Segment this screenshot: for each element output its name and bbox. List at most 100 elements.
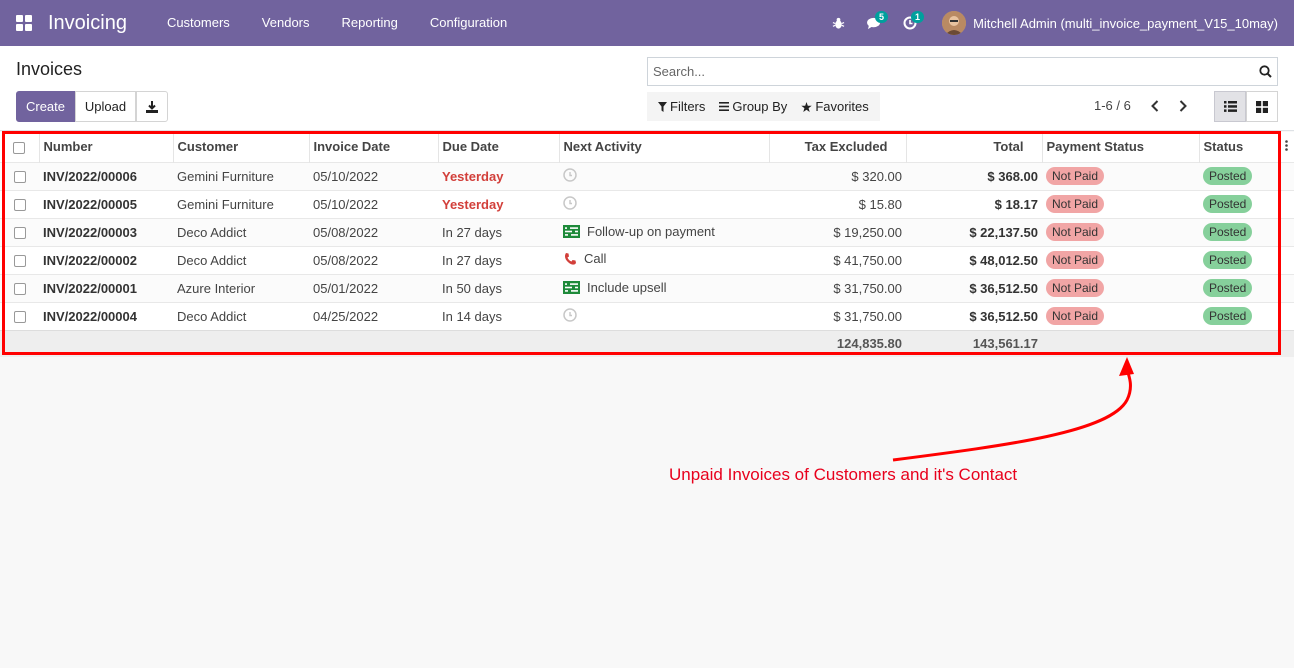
cell-due-date[interactable]: In 27 days: [438, 217, 559, 246]
row-checkbox[interactable]: [0, 301, 39, 330]
filters-button[interactable]: Filters: [651, 99, 712, 114]
cell-payment-status[interactable]: Not Paid: [1042, 301, 1199, 330]
table-row[interactable]: INV/2022/00003 Deco Addict 05/08/2022 In 27…: [0, 217, 1294, 246]
clock-icon[interactable]: [563, 167, 584, 182]
cell-next-activity[interactable]: [559, 301, 769, 330]
cell-status[interactable]: Posted: [1199, 161, 1278, 190]
cell-number[interactable]: INV/2022/00004: [39, 301, 173, 330]
col-number[interactable]: Number: [38, 132, 173, 162]
cell-customer[interactable]: Deco Addict: [173, 301, 309, 330]
row-checkbox[interactable]: [0, 189, 39, 218]
cell-invoice-date[interactable]: 04/25/2022: [309, 301, 438, 330]
cell-tax-excluded[interactable]: $ 31,750.00: [769, 273, 906, 302]
cell-customer[interactable]: Gemini Furniture: [173, 161, 309, 190]
kanban-view-button[interactable]: [1246, 91, 1278, 122]
table-row[interactable]: INV/2022/00004 Deco Addict 04/25/2022 In 14…: [0, 301, 1294, 330]
cell-next-activity[interactable]: Follow-up on payment: [559, 217, 769, 246]
cell-payment-status[interactable]: Not Paid: [1042, 217, 1199, 246]
tasks-icon[interactable]: [563, 280, 587, 294]
cell-next-activity[interactable]: Call: [559, 245, 769, 274]
row-checkbox[interactable]: [0, 245, 39, 274]
col-tax-excluded[interactable]: Tax Excluded: [768, 132, 906, 162]
cell-next-activity[interactable]: Include upsell: [559, 273, 769, 302]
cell-status[interactable]: Posted: [1199, 273, 1278, 302]
search-icon[interactable]: [1253, 58, 1277, 85]
clock-icon[interactable]: [563, 195, 584, 210]
cell-number[interactable]: INV/2022/00003: [39, 217, 173, 246]
optional-columns-icon[interactable]: [1277, 132, 1294, 162]
col-due-date[interactable]: Due Date: [437, 132, 559, 162]
col-next-activity[interactable]: Next Activity: [558, 132, 769, 162]
list-view-button[interactable]: [1214, 91, 1246, 122]
row-checkbox[interactable]: [0, 273, 39, 302]
tasks-icon[interactable]: [563, 224, 587, 238]
pager-next-icon[interactable]: [1173, 96, 1193, 116]
cell-invoice-date[interactable]: 05/08/2022: [309, 245, 438, 274]
row-checkbox[interactable]: [0, 161, 39, 190]
cell-payment-status[interactable]: Not Paid: [1042, 245, 1199, 274]
cell-due-date[interactable]: Yesterday: [438, 189, 559, 218]
select-all-checkbox[interactable]: [0, 132, 39, 162]
create-button[interactable]: Create: [16, 91, 75, 122]
cell-invoice-date[interactable]: 05/10/2022: [309, 161, 438, 190]
cell-number[interactable]: INV/2022/00005: [39, 189, 173, 218]
group-by-button[interactable]: Group By: [712, 99, 794, 114]
menu-vendors[interactable]: Vendors: [246, 0, 326, 46]
cell-due-date[interactable]: Yesterday: [438, 161, 559, 190]
cell-due-date[interactable]: In 27 days: [438, 245, 559, 274]
favorites-button[interactable]: Favorites: [794, 99, 875, 114]
col-total[interactable]: Total: [905, 132, 1042, 162]
menu-configuration[interactable]: Configuration: [414, 0, 523, 46]
pager-value[interactable]: 1-6 / 6: [1094, 98, 1131, 113]
cell-tax-excluded[interactable]: $ 19,250.00: [769, 217, 906, 246]
cell-total[interactable]: $ 48,012.50: [906, 245, 1042, 274]
messages-icon[interactable]: 5: [856, 0, 892, 46]
menu-customers[interactable]: Customers: [151, 0, 246, 46]
cell-tax-excluded[interactable]: $ 15.80: [769, 189, 906, 218]
cell-status[interactable]: Posted: [1199, 189, 1278, 218]
cell-status[interactable]: Posted: [1199, 217, 1278, 246]
cell-next-activity[interactable]: [559, 189, 769, 218]
cell-total[interactable]: $ 36,512.50: [906, 273, 1042, 302]
table-row[interactable]: INV/2022/00006 Gemini Furniture 05/10/2022…: [0, 161, 1294, 190]
col-invoice-date[interactable]: Invoice Date: [308, 132, 438, 162]
cell-number[interactable]: INV/2022/00001: [39, 273, 173, 302]
cell-total[interactable]: $ 36,512.50: [906, 301, 1042, 330]
cell-customer[interactable]: Deco Addict: [173, 217, 309, 246]
cell-invoice-date[interactable]: 05/10/2022: [309, 189, 438, 218]
cell-due-date[interactable]: In 14 days: [438, 301, 559, 330]
cell-tax-excluded[interactable]: $ 41,750.00: [769, 245, 906, 274]
cell-tax-excluded[interactable]: $ 320.00: [769, 161, 906, 190]
download-button[interactable]: [136, 91, 168, 122]
app-title[interactable]: Invoicing: [48, 12, 127, 35]
cell-status[interactable]: Posted: [1199, 301, 1278, 330]
debug-bug-icon[interactable]: [820, 0, 856, 46]
cell-payment-status[interactable]: Not Paid: [1042, 273, 1199, 302]
row-checkbox[interactable]: [0, 217, 39, 246]
cell-total[interactable]: $ 18.17: [906, 189, 1042, 218]
table-row[interactable]: INV/2022/00005 Gemini Furniture 05/10/2022…: [0, 189, 1294, 218]
cell-customer[interactable]: Gemini Furniture: [173, 189, 309, 218]
cell-status[interactable]: Posted: [1199, 245, 1278, 274]
menu-reporting[interactable]: Reporting: [326, 0, 414, 46]
cell-number[interactable]: INV/2022/00002: [39, 245, 173, 274]
cell-payment-status[interactable]: Not Paid: [1042, 161, 1199, 190]
col-payment-status[interactable]: Payment Status: [1041, 132, 1199, 162]
activities-clock-icon[interactable]: 1: [892, 0, 928, 46]
cell-payment-status[interactable]: Not Paid: [1042, 189, 1199, 218]
pager-previous-icon[interactable]: [1145, 96, 1165, 116]
cell-invoice-date[interactable]: 05/01/2022: [309, 273, 438, 302]
cell-number[interactable]: INV/2022/00006: [39, 161, 173, 190]
cell-invoice-date[interactable]: 05/08/2022: [309, 217, 438, 246]
phone-icon[interactable]: [563, 252, 584, 266]
user-menu[interactable]: Mitchell Admin (multi_invoice_payment_V1…: [942, 11, 1278, 35]
col-status[interactable]: Status: [1198, 132, 1278, 162]
cell-due-date[interactable]: In 50 days: [438, 273, 559, 302]
app-menu-icon[interactable]: [0, 0, 48, 46]
upload-button[interactable]: Upload: [75, 91, 136, 122]
col-customer[interactable]: Customer: [172, 132, 309, 162]
cell-tax-excluded[interactable]: $ 31,750.00: [769, 301, 906, 330]
search-input[interactable]: [648, 58, 1253, 85]
clock-icon[interactable]: [563, 307, 584, 322]
table-row[interactable]: INV/2022/00001 Azure Interior 05/01/2022 In…: [0, 273, 1294, 302]
